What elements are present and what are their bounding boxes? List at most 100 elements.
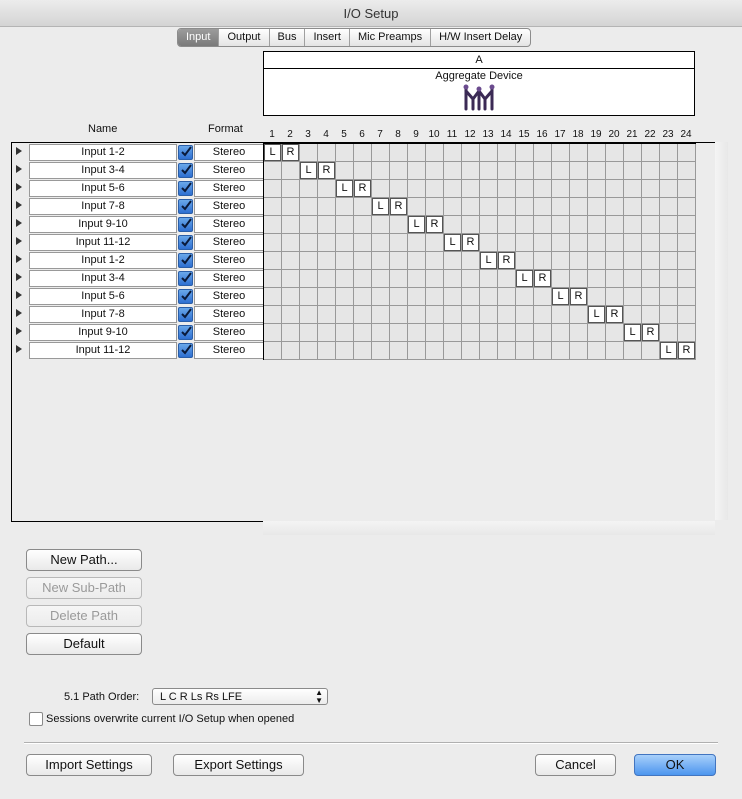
grid-cell[interactable] (372, 252, 390, 270)
right-channel-assignment[interactable]: R (534, 270, 551, 287)
grid-cell[interactable] (516, 162, 534, 180)
grid-cell[interactable] (534, 342, 552, 360)
path-name-field[interactable]: Input 1-2 (29, 252, 177, 269)
grid-cell[interactable] (480, 234, 498, 252)
grid-cell[interactable] (642, 270, 660, 288)
path-name-field[interactable]: Input 9-10 (29, 216, 177, 233)
grid-cell[interactable] (480, 324, 498, 342)
grid-cell[interactable] (462, 144, 480, 162)
grid-cell[interactable] (516, 144, 534, 162)
grid-cell[interactable] (336, 234, 354, 252)
grid-cell[interactable] (498, 162, 516, 180)
grid-cell[interactable] (282, 198, 300, 216)
grid-cell[interactable] (480, 162, 498, 180)
left-channel-assignment[interactable]: L (300, 162, 317, 179)
grid-cell[interactable] (300, 198, 318, 216)
grid-cell[interactable] (336, 216, 354, 234)
path-enabled-checkbox[interactable] (178, 289, 193, 304)
grid-cell[interactable] (606, 252, 624, 270)
grid-cell[interactable] (264, 234, 282, 252)
grid-cell[interactable] (642, 144, 660, 162)
grid-cell[interactable] (570, 252, 588, 270)
grid-cell[interactable] (282, 162, 300, 180)
grid-cell[interactable] (606, 234, 624, 252)
grid-cell[interactable] (354, 162, 372, 180)
grid-cell[interactable] (426, 324, 444, 342)
grid-cell[interactable] (552, 234, 570, 252)
grid-cell[interactable] (264, 252, 282, 270)
grid-cell[interactable] (624, 252, 642, 270)
disclosure-triangle-icon[interactable] (16, 273, 22, 281)
disclosure-triangle-icon[interactable] (16, 291, 22, 299)
grid-cell[interactable] (336, 198, 354, 216)
grid-cell[interactable] (678, 324, 696, 342)
grid-cell[interactable] (354, 216, 372, 234)
grid-cell[interactable] (678, 270, 696, 288)
grid-cell[interactable] (462, 252, 480, 270)
path-enabled-checkbox[interactable] (178, 253, 193, 268)
grid-cell[interactable] (552, 342, 570, 360)
grid-cell[interactable] (552, 216, 570, 234)
grid-cell[interactable] (462, 180, 480, 198)
grid-cell[interactable] (660, 288, 678, 306)
grid-cell[interactable] (300, 288, 318, 306)
left-channel-assignment[interactable]: L (336, 180, 353, 197)
grid-cell[interactable] (660, 216, 678, 234)
grid-cell[interactable] (408, 324, 426, 342)
grid-cell[interactable] (570, 198, 588, 216)
grid-cell[interactable] (678, 252, 696, 270)
path-enabled-checkbox[interactable] (178, 199, 193, 214)
grid-cell[interactable] (336, 306, 354, 324)
grid-cell[interactable] (354, 234, 372, 252)
grid-cell[interactable] (660, 144, 678, 162)
grid-cell[interactable] (624, 288, 642, 306)
left-channel-assignment[interactable]: L (516, 270, 533, 287)
left-channel-assignment[interactable]: L (624, 324, 641, 341)
grid-cell[interactable] (606, 198, 624, 216)
grid-cell[interactable] (408, 144, 426, 162)
grid-cell[interactable] (534, 234, 552, 252)
grid-cell[interactable] (498, 306, 516, 324)
grid-cell[interactable] (570, 144, 588, 162)
grid-cell[interactable] (426, 180, 444, 198)
grid-cell[interactable] (552, 144, 570, 162)
grid-cell[interactable] (372, 144, 390, 162)
path-enabled-checkbox[interactable] (178, 307, 193, 322)
path-format-field[interactable]: Stereo (194, 252, 264, 269)
grid-cell[interactable] (300, 270, 318, 288)
grid-cell[interactable] (318, 180, 336, 198)
grid-cell[interactable] (552, 198, 570, 216)
grid-cell[interactable] (300, 324, 318, 342)
grid-cell[interactable] (264, 306, 282, 324)
grid-cell[interactable] (642, 306, 660, 324)
grid-cell[interactable] (354, 144, 372, 162)
cancel-button[interactable]: Cancel (535, 754, 616, 776)
grid-cell[interactable] (300, 144, 318, 162)
grid-cell[interactable] (570, 306, 588, 324)
grid-cell[interactable] (372, 306, 390, 324)
grid-cell[interactable] (624, 162, 642, 180)
grid-cell[interactable] (372, 270, 390, 288)
grid-cell[interactable] (390, 234, 408, 252)
grid-cell[interactable] (534, 180, 552, 198)
grid-cell[interactable] (642, 198, 660, 216)
grid-cell[interactable] (318, 234, 336, 252)
grid-cell[interactable] (462, 288, 480, 306)
path-format-field[interactable]: Stereo (194, 180, 264, 197)
grid-cell[interactable] (318, 306, 336, 324)
grid-cell[interactable] (462, 270, 480, 288)
grid-cell[interactable] (336, 288, 354, 306)
grid-cell[interactable] (516, 324, 534, 342)
path-name-field[interactable]: Input 5-6 (29, 180, 177, 197)
grid-cell[interactable] (426, 306, 444, 324)
grid-cell[interactable] (534, 252, 552, 270)
grid-cell[interactable] (282, 180, 300, 198)
grid-cell[interactable] (300, 342, 318, 360)
path-enabled-checkbox[interactable] (178, 145, 193, 160)
path-format-field[interactable]: Stereo (194, 270, 264, 287)
disclosure-triangle-icon[interactable] (16, 309, 22, 317)
path-format-field[interactable]: Stereo (194, 342, 264, 359)
grid-cell[interactable] (534, 198, 552, 216)
grid-cell[interactable] (300, 180, 318, 198)
grid-cell[interactable] (588, 342, 606, 360)
